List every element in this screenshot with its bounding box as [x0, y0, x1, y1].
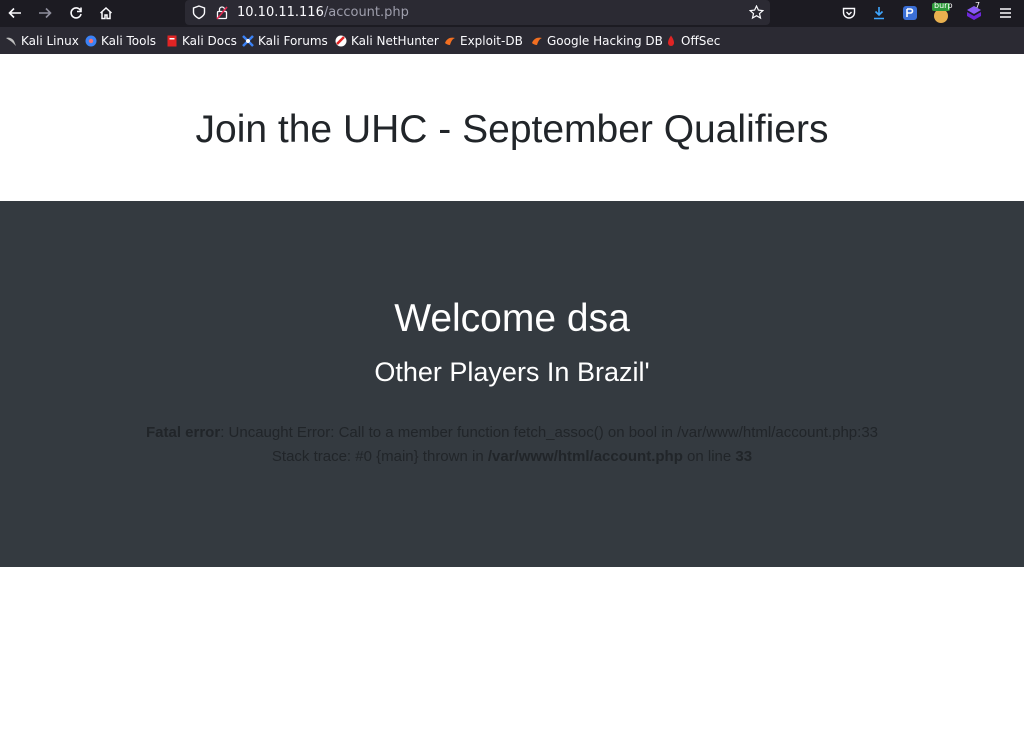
page-content: Join the UHC - September Qualifiers Welc… [0, 55, 1024, 751]
error-file: /var/www/html/account.php [487, 448, 683, 465]
pocket-button[interactable] [838, 2, 860, 24]
burp-extension-label: burp [934, 1, 953, 10]
bookmark-offsec[interactable]: OffSec [665, 33, 720, 49]
url-bar[interactable]: 10.10.11.116/account.php [185, 0, 770, 25]
on-line-text: on line [682, 448, 736, 465]
hamburger-menu-icon [999, 8, 1011, 18]
pocket-icon [842, 7, 856, 19]
ghdb-icon [532, 37, 542, 45]
insecure-lock-icon[interactable] [216, 5, 228, 20]
bookmark-kali-forums[interactable]: Kali Forums [242, 33, 328, 49]
back-button[interactable] [3, 2, 27, 24]
url-text[interactable]: 10.10.11.116/account.php [237, 4, 409, 21]
bookmark-label: Kali Docs [182, 34, 237, 48]
error-label: Fatal error [145, 424, 221, 441]
downloads-button[interactable] [868, 2, 890, 24]
error-line-number: 33 [735, 448, 753, 465]
reload-button[interactable] [64, 2, 88, 24]
kali-docs-icon [167, 35, 177, 47]
welcome-heading: Welcome dsa [394, 297, 630, 340]
trace-prefix: Stack trace: #0 {main} thrown in [271, 448, 488, 465]
proxy-extension-icon [903, 6, 917, 20]
bookmark-label: Kali Linux [21, 34, 79, 48]
exploit-db-icon [445, 37, 455, 45]
welcome-section: Welcome dsa Other Players In Brazil' Fat… [0, 201, 1024, 567]
bookmark-kali-docs[interactable]: Kali Docs [166, 33, 237, 49]
bookmark-label: Kali Forums [258, 34, 328, 48]
burp-extension-button[interactable]: burp [930, 1, 953, 24]
error-message: : Uncaught Error: Call to a member funct… [220, 424, 878, 441]
bookmark-exploit-db[interactable]: Exploit-DB [444, 33, 523, 49]
app-menu-button[interactable] [994, 2, 1016, 24]
url-path: /account.php [323, 5, 409, 20]
extension-badge: 7 [975, 1, 981, 10]
back-arrow-icon [8, 7, 21, 19]
forward-arrow-icon [39, 7, 52, 19]
home-icon [99, 6, 113, 20]
kali-tools-icon [85, 35, 97, 47]
home-button[interactable] [94, 2, 118, 24]
bookmark-star-icon[interactable] [749, 5, 764, 20]
purple-extension-button[interactable]: 7 [963, 1, 985, 24]
nethunter-icon [335, 35, 347, 47]
bookmark-label: OffSec [681, 34, 721, 48]
kali-dragon-icon [6, 37, 16, 46]
reload-icon [70, 7, 82, 19]
extension-button[interactable] [899, 2, 921, 24]
browser-toolbar: 10.10.11.116/account.php burp 7 [0, 0, 1024, 27]
bookmark-kali-nethunter[interactable]: Kali NetHunter [335, 33, 439, 49]
kali-forums-icon [242, 35, 254, 47]
bookmark-label: Google Hacking DB [547, 34, 663, 48]
purple-extension-icon [967, 6, 981, 20]
forward-button[interactable] [33, 2, 57, 24]
tracking-shield-icon[interactable] [192, 5, 206, 20]
fatal-error-line: Fatal error: Uncaught Error: Call to a m… [0, 423, 1024, 443]
bookmark-kali-tools[interactable]: Kali Tools [85, 33, 156, 49]
bookmarks-toolbar: Kali Linux Kali Tools Kali Docs Kali For… [0, 27, 1024, 54]
url-host: 10.10.11.116 [237, 5, 324, 20]
bookmark-kali-linux[interactable]: Kali Linux [5, 33, 79, 49]
bookmark-label: Kali NetHunter [351, 34, 439, 48]
offsec-icon [668, 35, 674, 46]
players-subtitle: Other Players In Brazil' [374, 357, 650, 387]
download-icon [874, 7, 884, 20]
bookmark-label: Kali Tools [101, 34, 157, 48]
stack-trace-line: Stack trace: #0 {main} thrown in /var/ww… [0, 447, 1024, 467]
bookmark-label: Exploit-DB [460, 34, 523, 48]
page-title: Join the UHC - September Qualifiers [195, 108, 829, 151]
bookmark-google-hacking-db[interactable]: Google Hacking DB [531, 33, 663, 49]
